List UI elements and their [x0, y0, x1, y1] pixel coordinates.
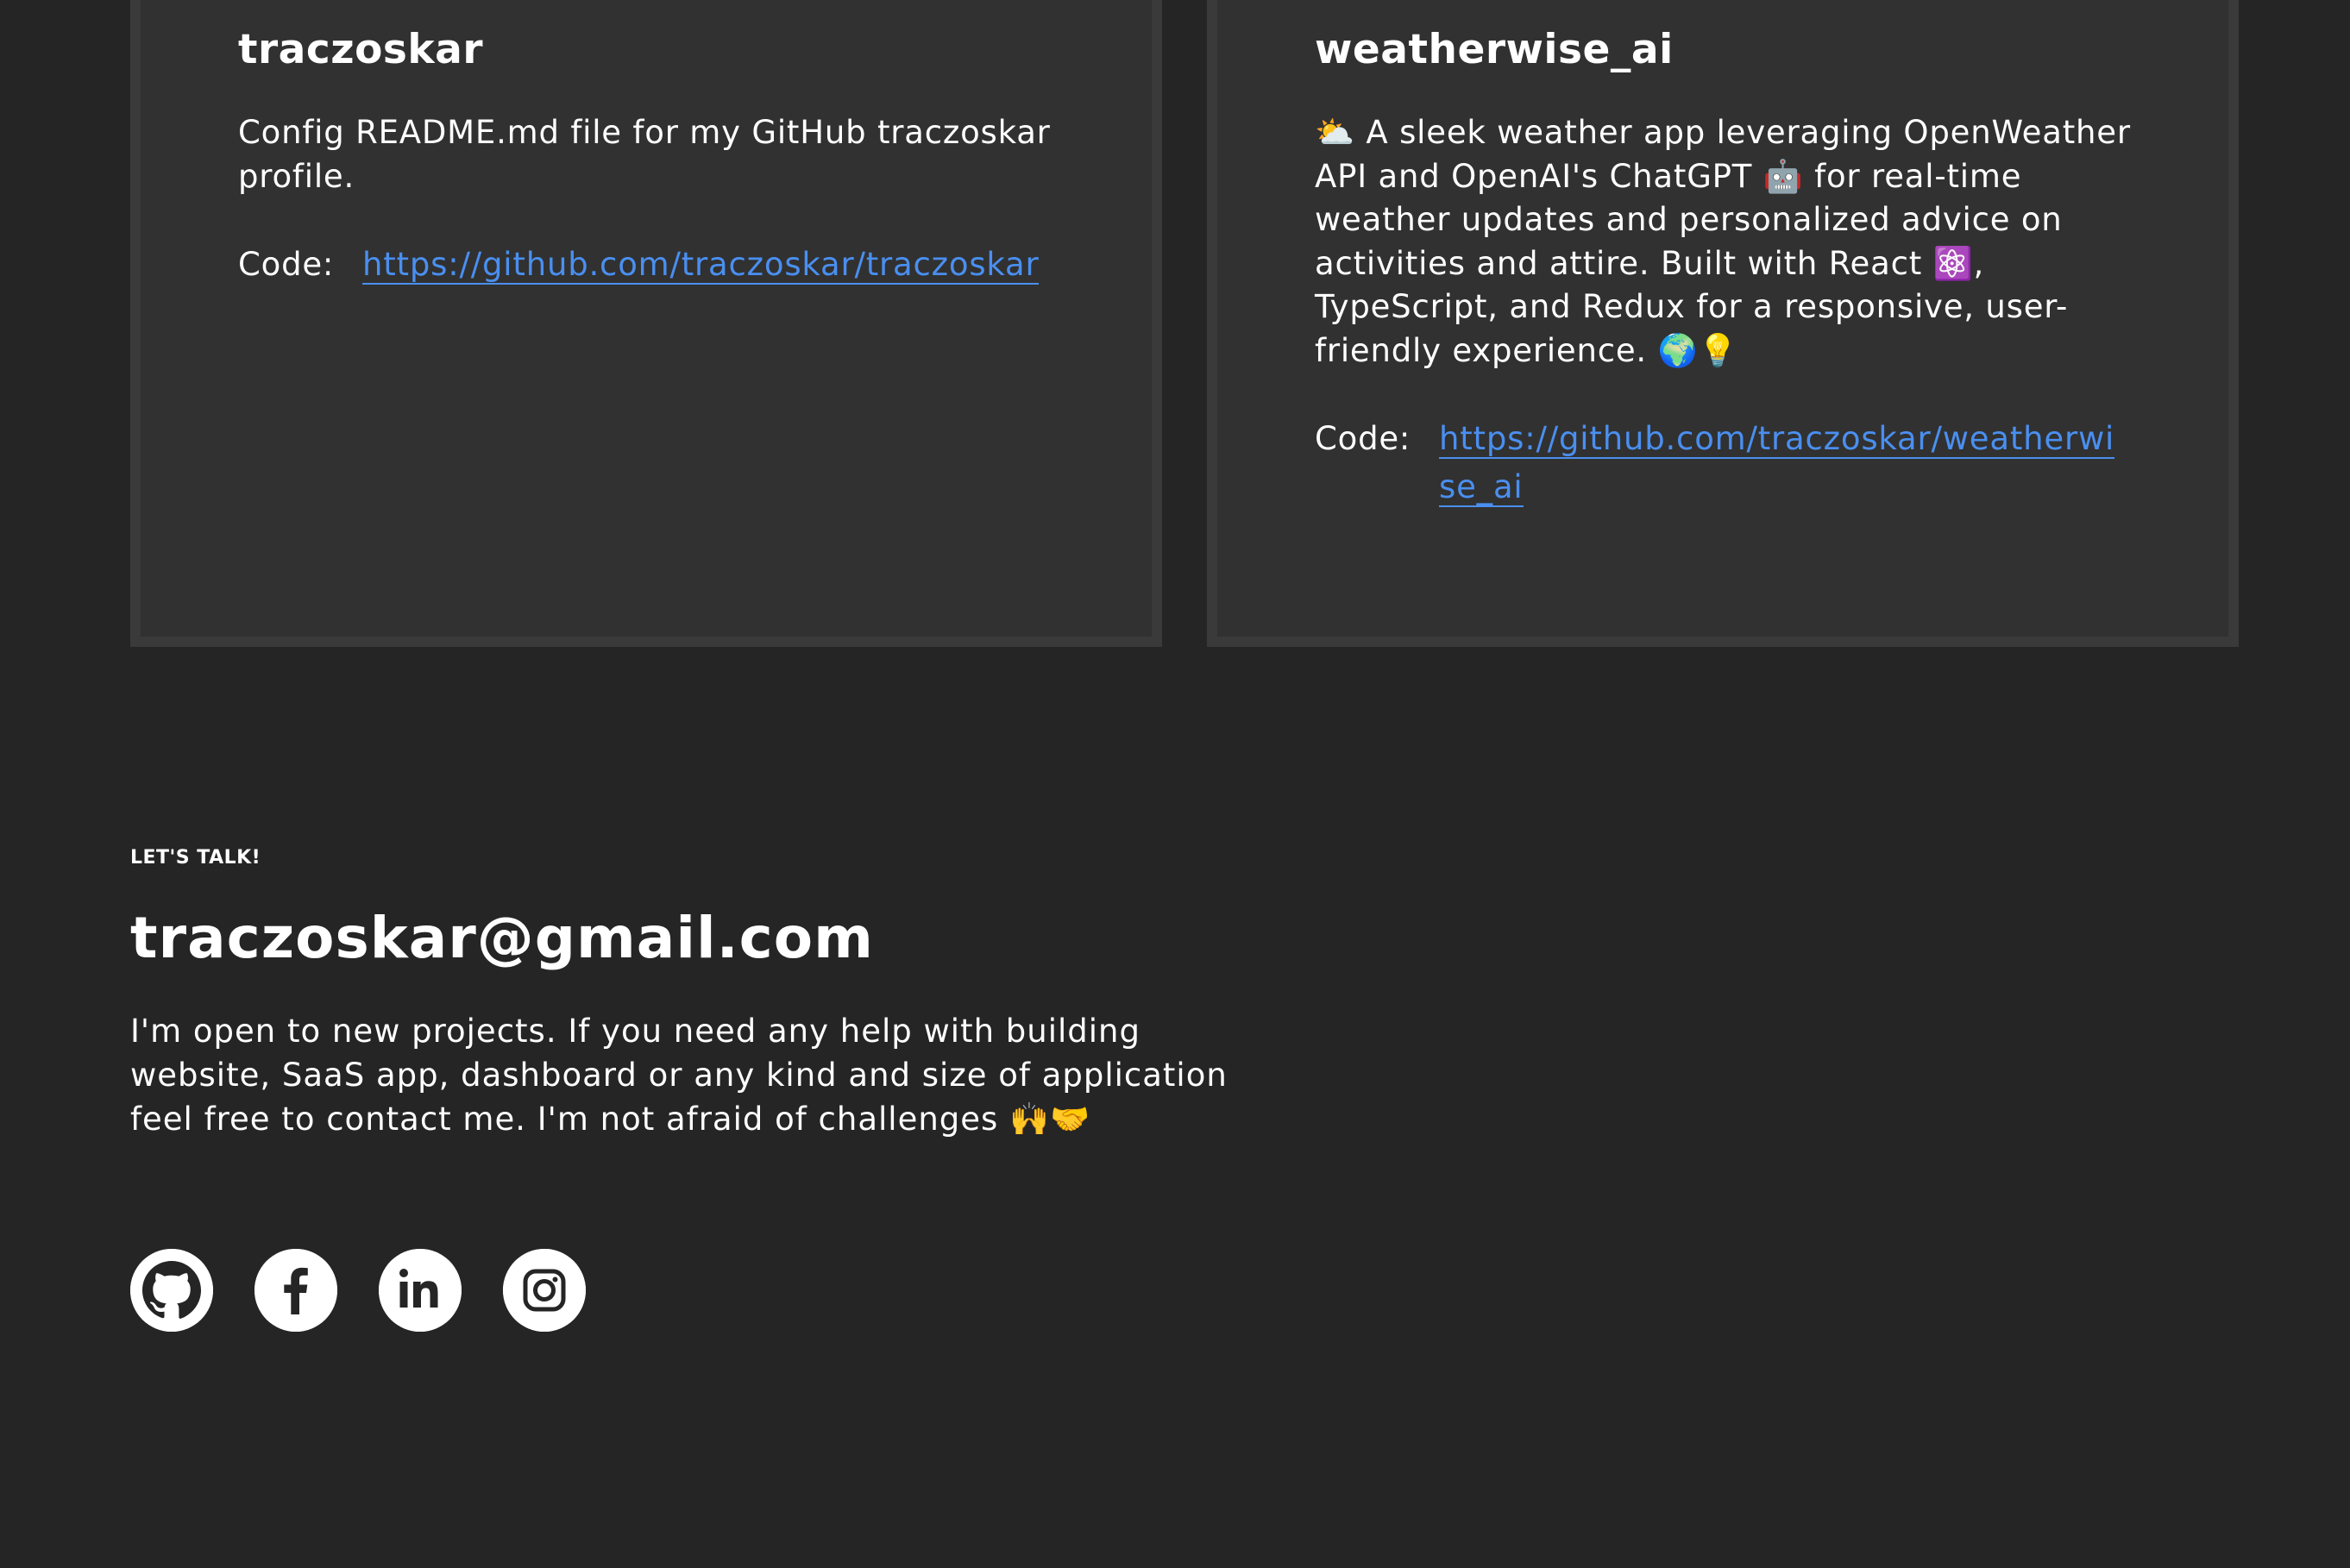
project-title: traczoskar	[238, 26, 483, 73]
contact-section: LET'S TALK! traczoskar@gmail.com I'm ope…	[130, 845, 1269, 1141]
linkedin-link[interactable]	[379, 1249, 462, 1332]
project-code-link[interactable]: https://github.com/traczoskar/traczoskar	[362, 246, 1040, 285]
social-links	[130, 1249, 586, 1332]
instagram-icon	[503, 1249, 586, 1332]
linkedin-icon	[379, 1249, 462, 1332]
project-description: ⛅ A sleek weather app leveraging OpenWea…	[1315, 114, 2142, 369]
facebook-icon	[254, 1249, 337, 1332]
project-code-row: Code: https://github.com/traczoskar/weat…	[1315, 415, 2151, 511]
github-icon	[130, 1249, 213, 1332]
facebook-link[interactable]	[254, 1249, 337, 1332]
code-label: Code:	[1315, 420, 1411, 457]
project-card-traczoskar: traczoskar Config README.md file for my …	[130, 0, 1162, 647]
project-description: Config README.md file for my GitHub trac…	[238, 114, 1062, 195]
code-label: Code:	[238, 246, 335, 283]
project-code-row: Code: https://github.com/traczoskar/trac…	[238, 241, 1074, 289]
instagram-link[interactable]	[503, 1249, 586, 1332]
contact-blurb: I'm open to new projects. If you need an…	[130, 1013, 1228, 1138]
github-link[interactable]	[130, 1249, 213, 1332]
project-card-weatherwise-ai: weatherwise_ai ⛅ A sleek weather app lev…	[1207, 0, 2239, 647]
contact-email[interactable]: traczoskar@gmail.com	[130, 904, 1269, 973]
project-title: weatherwise_ai	[1315, 26, 1674, 73]
contact-eyebrow: LET'S TALK!	[130, 847, 261, 869]
project-code-link[interactable]: https://github.com/traczoskar/weatherwis…	[1439, 420, 2115, 507]
